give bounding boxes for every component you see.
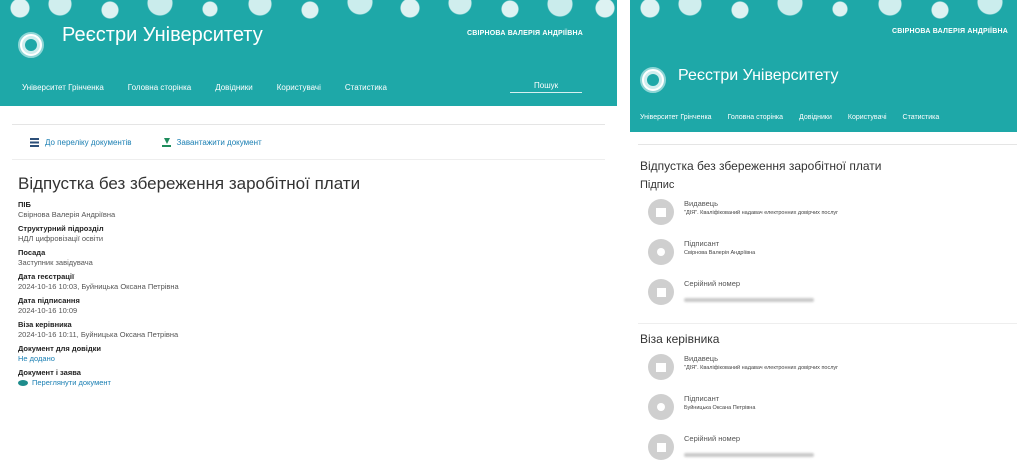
signer-value: Буйницька Оксана Петрівна [684, 405, 756, 411]
view-document-link[interactable]: Переглянути документ [18, 378, 605, 388]
field-value: 2024-10-16 10:09 [18, 306, 78, 315]
serial-value-redacted [684, 453, 814, 457]
field-value: 2024-10-16 10:11, Буйницька Оксана Петрі… [18, 330, 179, 339]
serial-number-icon [648, 434, 674, 460]
left-panel: Реєстри Університету СВІРНОВА ВАЛЕРІЯ АН… [0, 0, 617, 468]
bank-icon [648, 354, 674, 380]
field-label: Структурний підрозділ [18, 224, 104, 233]
issuer-label: Видавець [684, 199, 719, 208]
field-label: Посада [18, 248, 46, 257]
download-icon [161, 137, 171, 147]
serial-value-redacted [684, 298, 814, 302]
right-panel: СВІРНОВА ВАЛЕРІЯ АНДРІЇВНА Реєстри Уніве… [630, 0, 1017, 468]
visa-serial: Серійний номер [648, 434, 1017, 468]
field-value: Свірнова Валерія Андріївна [18, 210, 116, 219]
signer-label: Підписант [684, 239, 720, 248]
back-to-list-label: До переліку документів [45, 137, 132, 147]
nav-directories[interactable]: Довідники [215, 83, 253, 92]
nav-directories[interactable]: Довідники [799, 114, 832, 121]
issuer-value: "ДІЯ". Кваліфікований надавач електронни… [684, 210, 839, 216]
field-manager-visa: Віза керівника 2024-10-16 10:11, Буйниць… [18, 320, 605, 340]
user-menu[interactable]: СВІРНОВА ВАЛЕРІЯ АНДРІЇВНА [892, 28, 1008, 35]
visa-signer: Підписант Буйницька Оксана Петрівна [648, 394, 1017, 434]
site-header: СВІРНОВА ВАЛЕРІЯ АНДРІЇВНА Реєстри Уніве… [630, 0, 1017, 132]
user-icon [648, 239, 674, 265]
visa-section-heading: Віза керівника [640, 332, 720, 346]
eye-icon [18, 380, 28, 387]
field-value: Заступник завідувача [18, 258, 93, 267]
nav-university[interactable]: Університет Грінченка [640, 114, 712, 121]
field-department: Структурний підрозділ НДЛ цифровізації о… [18, 224, 605, 244]
field-value: 2024-10-16 10:03, Буйницька Оксана Петрі… [18, 282, 179, 291]
signature-content: Відпустка без збереження заробітної плат… [638, 144, 1017, 468]
nav-users[interactable]: Користувачі [848, 114, 887, 121]
issuer-label: Видавець [684, 354, 719, 363]
search-input[interactable]: Пошук [510, 81, 582, 93]
nav-university[interactable]: Університет Грінченка [22, 83, 104, 92]
issuer-value: "ДІЯ". Кваліфікований надавач електронни… [684, 365, 839, 371]
main-nav: Університет Грінченка Головна сторінка Д… [22, 83, 411, 92]
document-title: Відпустка без збереження заробітної плат… [18, 174, 361, 193]
site-header: Реєстри Університету СВІРНОВА ВАЛЕРІЯ АН… [0, 0, 617, 106]
site-title[interactable]: Реєстри Університету [62, 24, 263, 47]
signer-value: Свірнова Валерія Андріївна [684, 250, 756, 256]
signature-serial: Серійний номер [648, 279, 1017, 319]
list-icon [30, 137, 39, 147]
nav-statistics[interactable]: Статистика [345, 83, 387, 92]
visa-issuer: Видавець "ДІЯ". Кваліфікований надавач ел… [648, 354, 1017, 394]
download-label: Завантажити документ [176, 137, 262, 147]
document-content: До переліку документів Завантажити докум… [12, 124, 605, 468]
signature-signer: Підписант Свірнова Валерія Андріївна [648, 239, 1017, 279]
serial-label: Серійний номер [684, 434, 741, 443]
signature-issuer: Видавець "ДІЯ". Кваліфікований надавач ел… [648, 199, 1017, 239]
serial-number-icon [648, 279, 674, 305]
back-to-list-button[interactable]: До переліку документів [30, 137, 132, 147]
university-logo-icon[interactable] [18, 32, 44, 58]
document-title: Відпустка без збереження заробітної плат… [640, 159, 882, 173]
field-value: НДЛ цифровізації освіти [18, 234, 104, 243]
signer-label: Підписант [684, 394, 720, 403]
field-full-name: ПІБ Свірнова Валерія Андріївна [18, 200, 605, 220]
field-label: Віза керівника [18, 320, 72, 329]
field-label: Дата підписання [18, 296, 80, 305]
view-document-label: Переглянути документ [32, 378, 111, 387]
document-toolbar: До переліку документів Завантажити докум… [12, 125, 605, 160]
university-logo-icon[interactable] [640, 67, 666, 93]
main-nav: Університет Грінченка Головна сторінка Д… [640, 114, 955, 121]
field-signing-date: Дата підписання 2024-10-16 10:09 [18, 296, 605, 316]
field-document-application: Документ і заява Переглянути документ [18, 368, 605, 388]
user-menu[interactable]: СВІРНОВА ВАЛЕРІЯ АНДРІЇВНА [467, 30, 583, 37]
search-placeholder: Пошук [534, 81, 559, 90]
field-label: ПІБ [18, 200, 31, 209]
field-reference-document: Документ для довідки Не додано [18, 344, 605, 364]
field-label: Дата reєстрації [18, 272, 75, 281]
field-position: Посада Заступник завідувача [18, 248, 605, 268]
nav-home[interactable]: Головна сторінка [728, 114, 783, 121]
user-icon [648, 394, 674, 420]
site-title[interactable]: Реєстри Університету [678, 67, 839, 85]
serial-label: Серійний номер [684, 279, 741, 288]
bank-icon [648, 199, 674, 225]
field-label: Документ для довідки [18, 344, 101, 353]
nav-statistics[interactable]: Статистика [903, 114, 940, 121]
panel-gap [617, 0, 630, 468]
signature-section-heading: Підпис [640, 179, 675, 191]
frost-decoration [630, 0, 1017, 26]
field-value: Не додано [18, 354, 55, 363]
nav-users[interactable]: Користувачі [277, 83, 321, 92]
nav-home[interactable]: Головна сторінка [128, 83, 191, 92]
field-label: Документ і заява [18, 368, 81, 377]
field-registration-date: Дата reєстрації 2024-10-16 10:03, Буйниц… [18, 272, 605, 292]
download-document-button[interactable]: Завантажити документ [161, 137, 262, 147]
frost-decoration [0, 0, 617, 26]
